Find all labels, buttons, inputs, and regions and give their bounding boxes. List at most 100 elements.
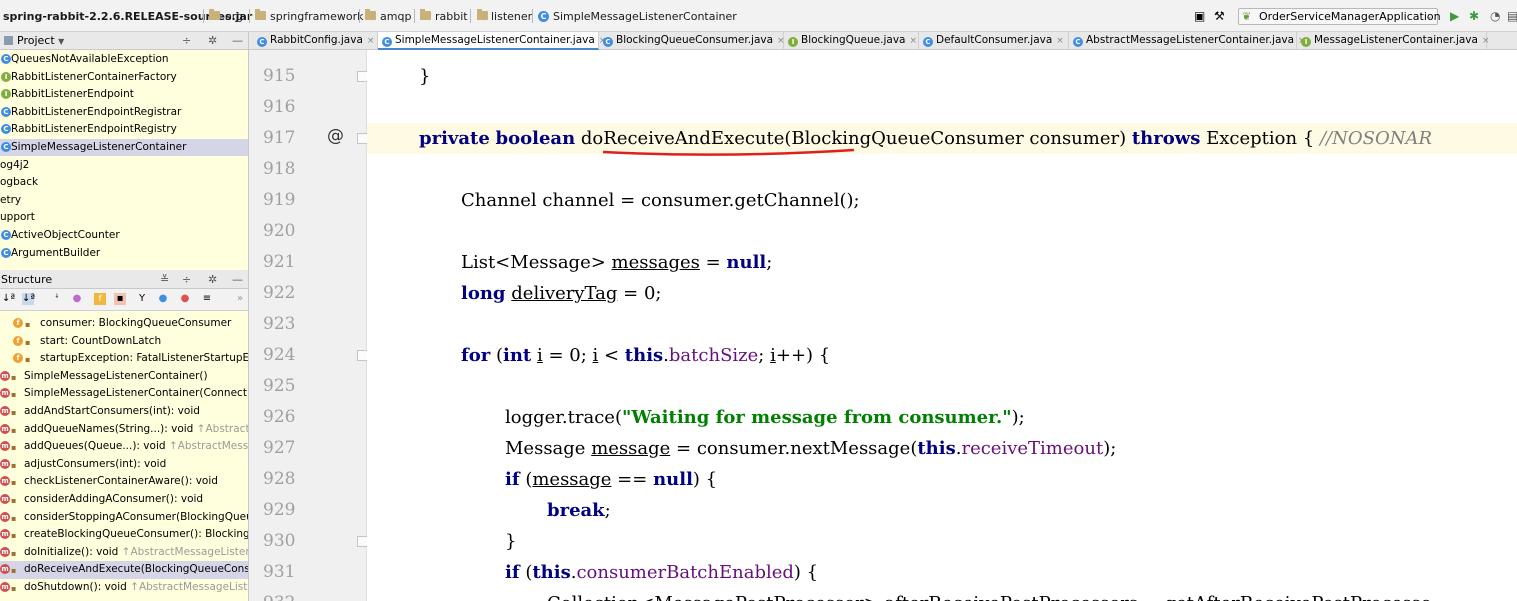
- coverage-icon[interactable]: ◔: [1490, 8, 1500, 24]
- structure-member[interactable]: m ▪ addQueueNames(String...): void ↑Abstra…: [0, 421, 248, 439]
- code-line[interactable]: for (int i = 0; i < this.batchSize; i++)…: [367, 340, 1517, 371]
- sort-by-visibility-icon[interactable]: ↓ª: [2, 293, 15, 305]
- code-line[interactable]: [367, 154, 1517, 185]
- structure-member[interactable]: m ▪ considerAddingAConsumer(): void: [0, 491, 248, 509]
- close-icon[interactable]: ×: [1056, 36, 1064, 46]
- show-properties-icon[interactable]: ꜜ: [51, 293, 63, 305]
- breadcrumb-springframework[interactable]: springframework: [270, 9, 363, 24]
- tree-item[interactable]: I RabbitListenerContainerFactory: [0, 69, 248, 86]
- close-icon[interactable]: ×: [909, 36, 917, 46]
- structure-member[interactable]: m ▪ SimpleMessageListenerContainer(Connect…: [0, 385, 248, 403]
- structure-member-name: adjustConsumers(int): void: [24, 457, 167, 470]
- code-line[interactable]: Channel channel = consumer.getChannel();: [367, 185, 1517, 216]
- sort-alphabetically-icon[interactable]: ↓ª: [22, 293, 35, 305]
- tree-item[interactable]: C RabbitListenerEndpointRegistrar: [0, 104, 248, 121]
- structure-member[interactable]: m ▪ addAndStartConsumers(int): void: [0, 403, 248, 421]
- editor-tab[interactable]: CSimpleMessageListenerContainer.java×: [378, 32, 606, 50]
- editor-tab[interactable]: C RabbitConfig.java ×: [253, 32, 378, 50]
- tree-item[interactable]: C RabbitListenerEndpointRegistry: [0, 121, 248, 138]
- collapse-all-icon[interactable]: ÷: [182, 34, 191, 47]
- code-line[interactable]: if (this.consumerBatchEnabled) {: [367, 557, 1517, 588]
- gear-icon[interactable]: ✲: [208, 273, 217, 286]
- editor-tab[interactable]: CAbstractMessageListenerContainer.java×: [1069, 32, 1306, 50]
- code-line[interactable]: logger.trace("Waiting for message from c…: [367, 402, 1517, 433]
- gear-icon[interactable]: ✲: [208, 34, 217, 47]
- editor-tab[interactable]: C BlockingQueueConsumer.java ×: [599, 32, 785, 50]
- tree-item[interactable]: og4j2: [0, 157, 248, 174]
- structure-member[interactable]: f ▪ consumer: BlockingQueueConsumer: [0, 315, 248, 333]
- show-non-public-icon[interactable]: ▪: [114, 293, 126, 305]
- show-fields-icon[interactable]: f: [94, 293, 106, 305]
- code-line[interactable]: long deliveryTag = 0;: [367, 278, 1517, 309]
- tree-item[interactable]: C ArgumentBuilder: [0, 245, 248, 262]
- editor-tab[interactable]: C DefaultConsumer.java ×: [919, 32, 1069, 50]
- structure-member[interactable]: m ▪ doInitialize(): void ↑AbstractMessageL…: [0, 544, 248, 562]
- structure-member[interactable]: m ▪ adjustConsumers(int): void: [0, 456, 248, 474]
- debug-icon[interactable]: ✱: [1469, 8, 1479, 24]
- tree-item[interactable]: C SimpleMessageListenerContainer: [0, 139, 248, 156]
- code-line[interactable]: private boolean doReceiveAndExecute(Bloc…: [367, 123, 1517, 154]
- structure-member[interactable]: m ▪ doShutdown(): void ↑AbstractMessageLis…: [0, 579, 248, 597]
- override-icon[interactable]: @: [327, 126, 344, 146]
- show-inherited-icon[interactable]: ●: [71, 293, 83, 305]
- code-line[interactable]: [367, 371, 1517, 402]
- breadcrumb-separator: [359, 9, 360, 23]
- expand-all-icon[interactable]: ≡: [201, 293, 213, 305]
- tree-item[interactable]: ogback: [0, 174, 248, 191]
- collapse-all-icon[interactable]: ÷: [182, 273, 191, 286]
- code-line[interactable]: [367, 92, 1517, 123]
- profile-icon[interactable]: ▤: [1507, 8, 1517, 24]
- tree-item[interactable]: C QueuesNotAvailableException: [0, 51, 248, 68]
- structure-member[interactable]: m ▪ checkListenerContainerAware(): void: [0, 473, 248, 491]
- sort-icon[interactable]: ≚: [160, 273, 169, 286]
- lock-icon: ▪: [11, 584, 17, 593]
- run-icon[interactable]: ▶: [1450, 8, 1459, 24]
- code-line[interactable]: [367, 309, 1517, 340]
- structure-member[interactable]: m ▪ SimpleMessageListenerContainer(): [0, 368, 248, 386]
- method-icon: m: [0, 511, 10, 522]
- close-icon[interactable]: ×: [1482, 36, 1490, 46]
- code-line[interactable]: }: [367, 61, 1517, 92]
- code-text: }: [419, 61, 430, 92]
- project-panel-title[interactable]: Project ▼: [4, 34, 64, 47]
- structure-member[interactable]: m ▪ doReceiveAndExecute(BlockingQueueConsu…: [0, 561, 248, 579]
- layout-icon[interactable]: ▣: [1194, 8, 1205, 24]
- breadcrumb-org[interactable]: org: [225, 9, 243, 24]
- code-line[interactable]: break;: [367, 495, 1517, 526]
- editor-tab[interactable]: I MessageListenerContainer.java ×: [1297, 32, 1490, 50]
- anonymous-classes-icon[interactable]: ●: [157, 293, 169, 305]
- build-hammer-icon[interactable]: ⚒: [1214, 8, 1225, 24]
- tree-item[interactable]: upport: [0, 209, 248, 226]
- run-configuration-select[interactable]: ❦ OrderServiceManagerApplication ⌄: [1238, 8, 1441, 25]
- lambdas-icon[interactable]: ●: [179, 293, 191, 305]
- more-icon[interactable]: »: [234, 293, 246, 305]
- editor-tab[interactable]: I BlockingQueue.java ×: [784, 32, 919, 50]
- breadcrumb-amqp[interactable]: amqp: [380, 9, 411, 24]
- line-number: 925: [263, 376, 296, 396]
- code-line[interactable]: if (message == null) {: [367, 464, 1517, 495]
- code-editor[interactable]: } private boolean doReceiveAndExecute(Blo…: [367, 50, 1517, 601]
- code-line[interactable]: List<Message> messages = null;: [367, 247, 1517, 278]
- structure-member[interactable]: f ▪ start: CountDownLatch: [0, 333, 248, 351]
- field-icon: f: [13, 353, 23, 364]
- code-line[interactable]: Message message = consumer.nextMessage(t…: [367, 433, 1517, 464]
- breadcrumb-rabbit[interactable]: rabbit: [435, 9, 468, 24]
- tree-item[interactable]: etry: [0, 192, 248, 209]
- structure-member[interactable]: m ▪ considerStoppingAConsumer(BlockingQueu…: [0, 509, 248, 527]
- minimize-icon[interactable]: —: [232, 34, 243, 47]
- keyword: long: [461, 283, 506, 304]
- breadcrumb-class[interactable]: SimpleMessageListenerContainer: [553, 9, 737, 24]
- close-icon[interactable]: ×: [367, 36, 375, 46]
- minimize-icon[interactable]: —: [232, 273, 243, 286]
- structure-member[interactable]: f ▪ startupException: FatalListenerStartup…: [0, 350, 248, 368]
- structure-member[interactable]: m ▪ addQueues(Queue...): void ↑AbstractMes…: [0, 438, 248, 456]
- code-line[interactable]: Collection<MessagePostProcessor> afterRe…: [367, 588, 1517, 601]
- code-line[interactable]: [367, 216, 1517, 247]
- filter-icon[interactable]: Y: [136, 293, 148, 305]
- breadcrumb-listener[interactable]: listener: [491, 9, 532, 24]
- structure-panel-title[interactable]: Structure: [1, 273, 52, 286]
- tree-item[interactable]: I RabbitListenerEndpoint: [0, 86, 248, 103]
- structure-member[interactable]: m ▪ createBlockingQueueConsumer(): Blockin…: [0, 526, 248, 544]
- code-line[interactable]: }: [367, 526, 1517, 557]
- tree-item[interactable]: C ActiveObjectCounter: [0, 227, 248, 244]
